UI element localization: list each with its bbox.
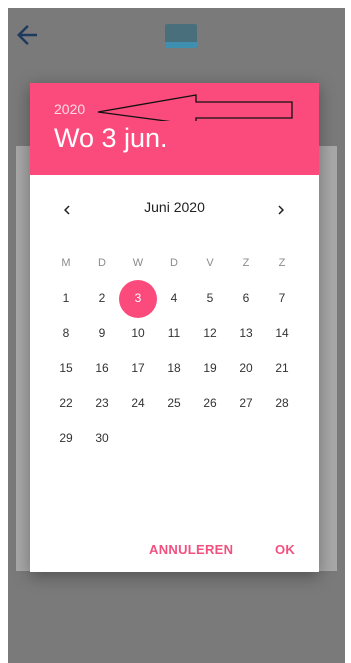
date-picker-header: 2020 Wo 3 jun. [30,83,319,175]
day-cell[interactable]: 20 [228,351,264,386]
weekday-header-row: M D W D V Z Z [48,246,300,281]
day-cell-empty [120,421,156,456]
weekday-label: V [206,257,214,269]
day-number: 13 [239,326,253,340]
day-cell[interactable]: 12 [192,316,228,351]
day-cell[interactable]: 13 [228,316,264,351]
day-cell-empty [156,421,192,456]
day-cell[interactable]: 9 [84,316,120,351]
day-cell[interactable]: 24 [120,386,156,421]
day-number: 22 [59,396,73,410]
date-picker-dialog: 2020 Wo 3 jun. Juni 2020 M D W D V Z Z 1… [30,83,319,572]
day-cell[interactable]: 11 [156,316,192,351]
day-cell-empty [192,421,228,456]
day-number: 15 [59,361,73,375]
app-bar [8,8,345,64]
day-number: 8 [62,326,70,340]
day-cell[interactable]: 18 [156,351,192,386]
day-cell[interactable]: 17 [120,351,156,386]
day-cell[interactable]: 23 [84,386,120,421]
weekday-label: D [170,257,178,269]
day-cell[interactable]: 30 [84,421,120,456]
cancel-button[interactable]: ANNULEREN [149,542,233,557]
day-cell[interactable]: 26 [192,386,228,421]
weekday-label: Z [242,257,250,269]
day-number: 3 [134,291,142,305]
weekday-label: Z [278,257,286,269]
chevron-right-icon[interactable] [272,201,290,219]
day-cell-selected[interactable]: 3 [119,279,157,318]
day-number: 23 [95,396,109,410]
day-cell[interactable]: 14 [264,316,300,351]
week-row: 29 30 [48,421,300,456]
day-number: 29 [59,431,73,445]
day-cell[interactable]: 1 [48,281,84,316]
day-number: 12 [203,326,217,340]
day-number: 21 [275,361,289,375]
day-cell[interactable]: 7 [264,281,300,316]
day-cell[interactable]: 27 [228,386,264,421]
week-row: 15 16 17 18 19 20 21 [48,351,300,386]
day-cell[interactable]: 28 [264,386,300,421]
day-number: 16 [95,361,109,375]
day-number: 7 [278,291,286,305]
ok-button[interactable]: OK [275,542,295,557]
day-cell[interactable]: 21 [264,351,300,386]
day-number: 18 [167,361,181,375]
day-number: 30 [95,431,109,445]
day-cell[interactable]: 15 [48,351,84,386]
day-number: 10 [131,326,145,340]
app-logo [165,24,197,48]
day-cell[interactable]: 6 [228,281,264,316]
day-number: 24 [131,396,145,410]
logo-stripe [165,42,197,48]
day-cell[interactable]: 22 [48,386,84,421]
day-number: 5 [206,291,214,305]
week-row: 22 23 24 25 26 27 28 [48,386,300,421]
day-number: 11 [167,326,181,340]
day-cell[interactable]: 2 [84,281,120,316]
day-number: 25 [167,396,181,410]
day-cell[interactable]: 5 [192,281,228,316]
day-cell[interactable]: 29 [48,421,84,456]
day-cell[interactable]: 25 [156,386,192,421]
weekday-label: M [61,257,71,269]
day-number: 4 [170,291,178,305]
day-number: 9 [98,326,106,340]
day-number: 6 [242,291,250,305]
day-cell[interactable]: 19 [192,351,228,386]
day-cell-empty [264,421,300,456]
weekday-label: D [98,257,106,269]
year-label[interactable]: 2020 [54,101,85,117]
annotation-arrow-icon [97,94,293,121]
week-row: 8 9 10 11 12 13 14 [48,316,300,351]
day-number: 2 [98,291,106,305]
day-cell[interactable]: 10 [120,316,156,351]
day-number: 1 [62,291,70,305]
calendar-grid: M D W D V Z Z 1 2 3 4 5 6 7 8 9 10 11 12… [48,246,300,456]
day-number: 20 [239,361,253,375]
day-cell[interactable]: 8 [48,316,84,351]
day-cell-empty [228,421,264,456]
day-cell[interactable]: 16 [84,351,120,386]
selected-date-label[interactable]: Wo 3 jun. [54,123,168,154]
day-number: 17 [131,361,145,375]
weekday-label: W [132,257,144,269]
back-arrow-icon[interactable] [12,20,42,50]
day-number: 26 [203,396,217,410]
day-cell[interactable]: 4 [156,281,192,316]
day-number: 19 [203,361,217,375]
week-row: 1 2 3 4 5 6 7 [48,279,300,318]
day-number: 28 [275,396,289,410]
day-number: 14 [275,326,289,340]
day-number: 27 [239,396,253,410]
